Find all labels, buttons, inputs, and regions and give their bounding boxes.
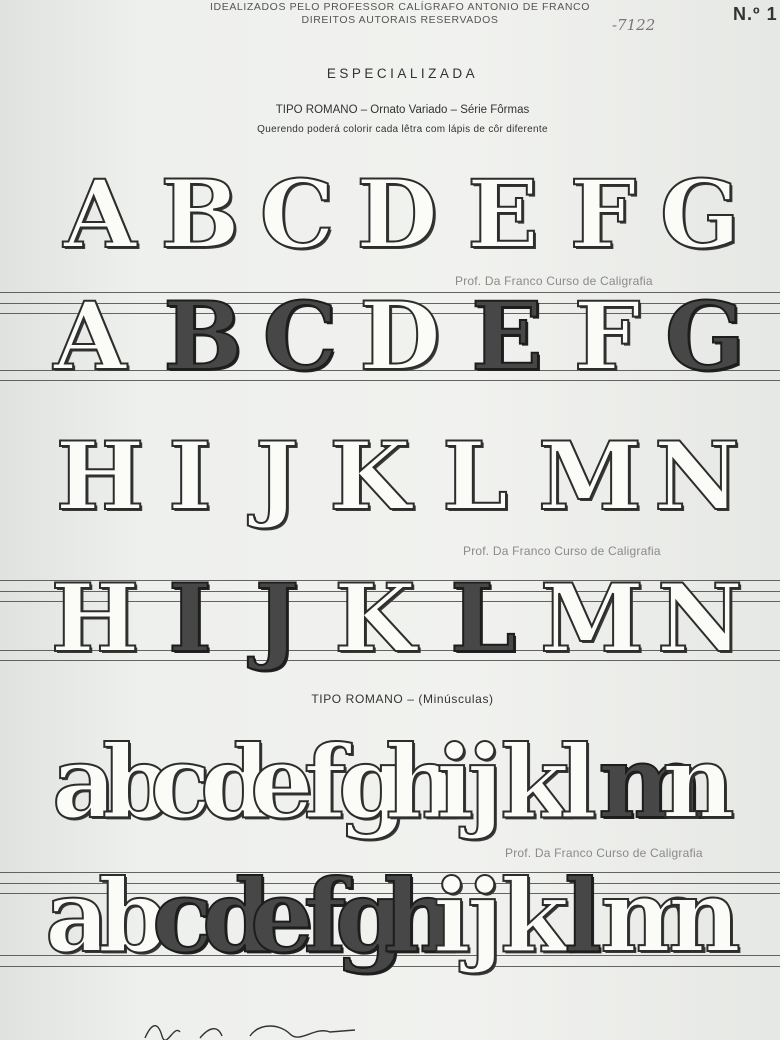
practice-letter: M <box>539 564 645 674</box>
model-letter: N <box>653 422 741 532</box>
practice-letter: F <box>573 282 642 392</box>
header-copyright-line: DIREITOS AUTORAIS RESERVADOS <box>301 14 499 26</box>
model-letter: A <box>63 160 138 270</box>
practice-letter: D <box>358 282 442 392</box>
practice-letter: H <box>50 564 141 674</box>
practice-letter: C <box>262 282 339 392</box>
practice-letter: b <box>97 857 169 975</box>
model-letter: E <box>466 160 540 270</box>
model-letter: C <box>259 160 336 270</box>
model-letter: G <box>659 160 741 270</box>
practice-letter: E <box>470 282 544 392</box>
practice-letter: k <box>499 857 570 975</box>
practice-letter: n <box>667 857 742 975</box>
model-letter: K <box>328 422 412 532</box>
model-letter: n <box>661 723 736 841</box>
model-letter: H <box>55 422 146 532</box>
handwritten-number: -7122 <box>612 16 656 34</box>
model-letter: m <box>597 723 705 841</box>
practice-letter: N <box>656 564 744 674</box>
coloring-instruction: Querendo poderá colorir cada lêtra com l… <box>257 124 548 135</box>
practice-letter: a <box>44 857 111 975</box>
practice-letter: K <box>333 564 417 674</box>
lowercase-section-title: TIPO ROMANO – (Minúsculas) <box>311 692 494 706</box>
signature-scribble <box>144 1025 356 1040</box>
practice-letter: A <box>53 282 128 392</box>
watermark-text: Prof. Da Franco Curso de Caligrafia <box>463 544 661 558</box>
model-letter: D <box>355 160 439 270</box>
practice-letter: m <box>599 857 707 975</box>
model-letter: B <box>159 160 240 270</box>
practice-letter: G <box>664 282 746 392</box>
model-letter: J <box>254 422 300 532</box>
exercise-sheet: IDEALIZADOS PELO PROFESSOR CALÍGRAFO ANT… <box>0 0 780 1040</box>
model-letter: F <box>569 160 638 270</box>
page-title: ESPECIALIZADA <box>326 66 479 81</box>
model-letter: I <box>167 422 213 532</box>
practice-letter: I <box>167 564 213 674</box>
model-letter: L <box>441 422 509 532</box>
model-letter: M <box>537 422 643 532</box>
header-author-line: IDEALIZADOS PELO PROFESSOR CALÍGRAFO ANT… <box>210 1 590 13</box>
practice-letter: L <box>449 564 517 674</box>
page-subtitle: TIPO ROMANO – Ornato Variado – Série Fôr… <box>275 104 530 116</box>
practice-letter: B <box>162 282 243 392</box>
practice-letter: J <box>254 564 300 674</box>
sheet-number: N.º 1 <box>733 4 778 24</box>
